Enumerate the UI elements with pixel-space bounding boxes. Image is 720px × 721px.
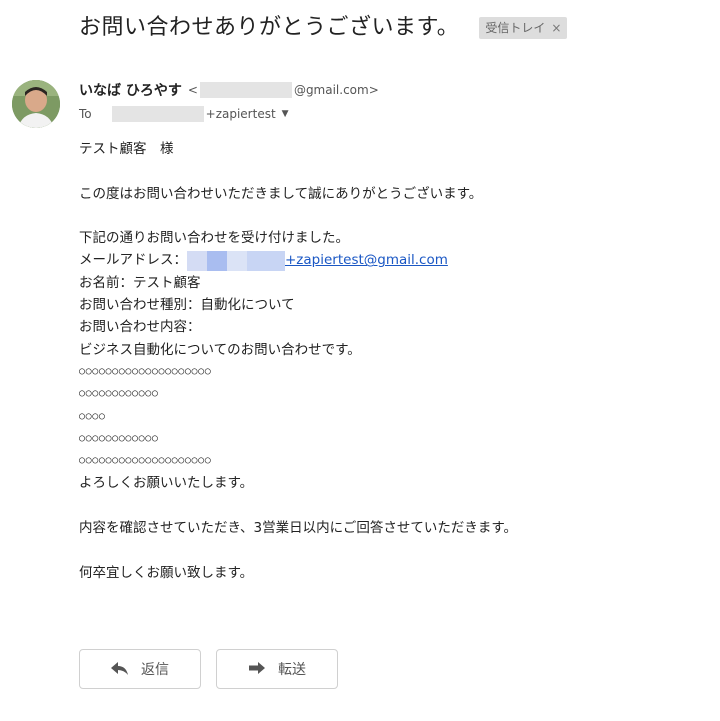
sender-line: いなば ひろやす < @gmail.com> <box>79 80 379 100</box>
redacted-link-part <box>187 250 285 271</box>
forward-button-label: 転送 <box>278 662 306 678</box>
circle-line: ○○○○ <box>79 410 106 422</box>
closing-line: 何卒宜しくお願い致します。 <box>79 564 254 581</box>
reply-button[interactable]: 返信 <box>79 649 201 689</box>
redacted-email <box>199 82 292 98</box>
avatar-photo <box>12 80 60 128</box>
email-link[interactable]: +zapiertest@gmail.com <box>285 249 448 271</box>
circle-line: ○○○○○○○○○○○○ <box>79 388 159 400</box>
circle-line: ○○○○○○○○○○○○○○○○○○○○ <box>79 365 212 377</box>
reply-button-label: 返信 <box>141 662 169 678</box>
thanks-line: この度はお問い合わせいただきまして誠にありがとうございます。 <box>79 185 483 202</box>
name-line: お名前：テスト顧客 <box>79 274 201 291</box>
greeting-line: テスト顧客 様 <box>79 141 174 157</box>
inbox-label-chip[interactable]: 受信トレイ × <box>479 17 568 39</box>
circle-line: ○○○○○○○○○○○○ <box>79 432 159 444</box>
subject-row: お問い合わせありがとうございます。 受信トレイ × <box>79 12 568 44</box>
reply-notice-line: 内容を確認させていただき、3営業日以内にご回答させていただきます。 <box>79 520 518 537</box>
regards-line: よろしくお願いいたします。 <box>79 475 254 492</box>
email-address-line: メールアドレス： +zapiertest@gmail.com <box>79 249 699 271</box>
redacted-recipient <box>111 106 204 122</box>
content-line: ビジネス自動化についてのお問い合わせです。 <box>79 341 361 358</box>
content-label-line: お問い合わせ内容： <box>79 319 201 336</box>
recipient-line[interactable]: To +zapiertest ▼ <box>79 106 289 122</box>
email-label: メールアドレス： <box>79 252 187 269</box>
received-line: 下記の通りお問い合わせを受け付けました。 <box>79 230 349 247</box>
circle-line: ○○○○○○○○○○○○○○○○○○○○ <box>79 455 212 467</box>
email-body: テスト顧客 様 この度はお問い合わせいただきまして誠にありがとうございます。 下… <box>79 138 699 584</box>
sender-email: < @gmail.com> <box>188 82 379 98</box>
forward-arrow-icon <box>249 662 265 674</box>
remove-label-icon[interactable]: × <box>551 21 561 35</box>
sender-avatar[interactable] <box>12 80 60 128</box>
reply-arrow-icon <box>111 662 128 675</box>
sender-email-open: < <box>187 83 198 97</box>
forward-button[interactable]: 転送 <box>216 649 338 689</box>
type-line: お問い合わせ種別：自動化について <box>79 297 295 314</box>
caret-down-icon[interactable]: ▼ <box>282 109 289 119</box>
email-subject: お問い合わせありがとうございます。 <box>79 15 460 40</box>
sender-name[interactable]: いなば ひろやす <box>79 80 182 100</box>
inbox-label-text: 受信トレイ <box>485 21 546 35</box>
sender-email-domain: @gmail.com> <box>293 83 379 97</box>
recipient-address: +zapiertest <box>205 107 276 121</box>
to-label: To <box>79 107 92 121</box>
message-actions: 返信 転送 <box>79 649 338 689</box>
